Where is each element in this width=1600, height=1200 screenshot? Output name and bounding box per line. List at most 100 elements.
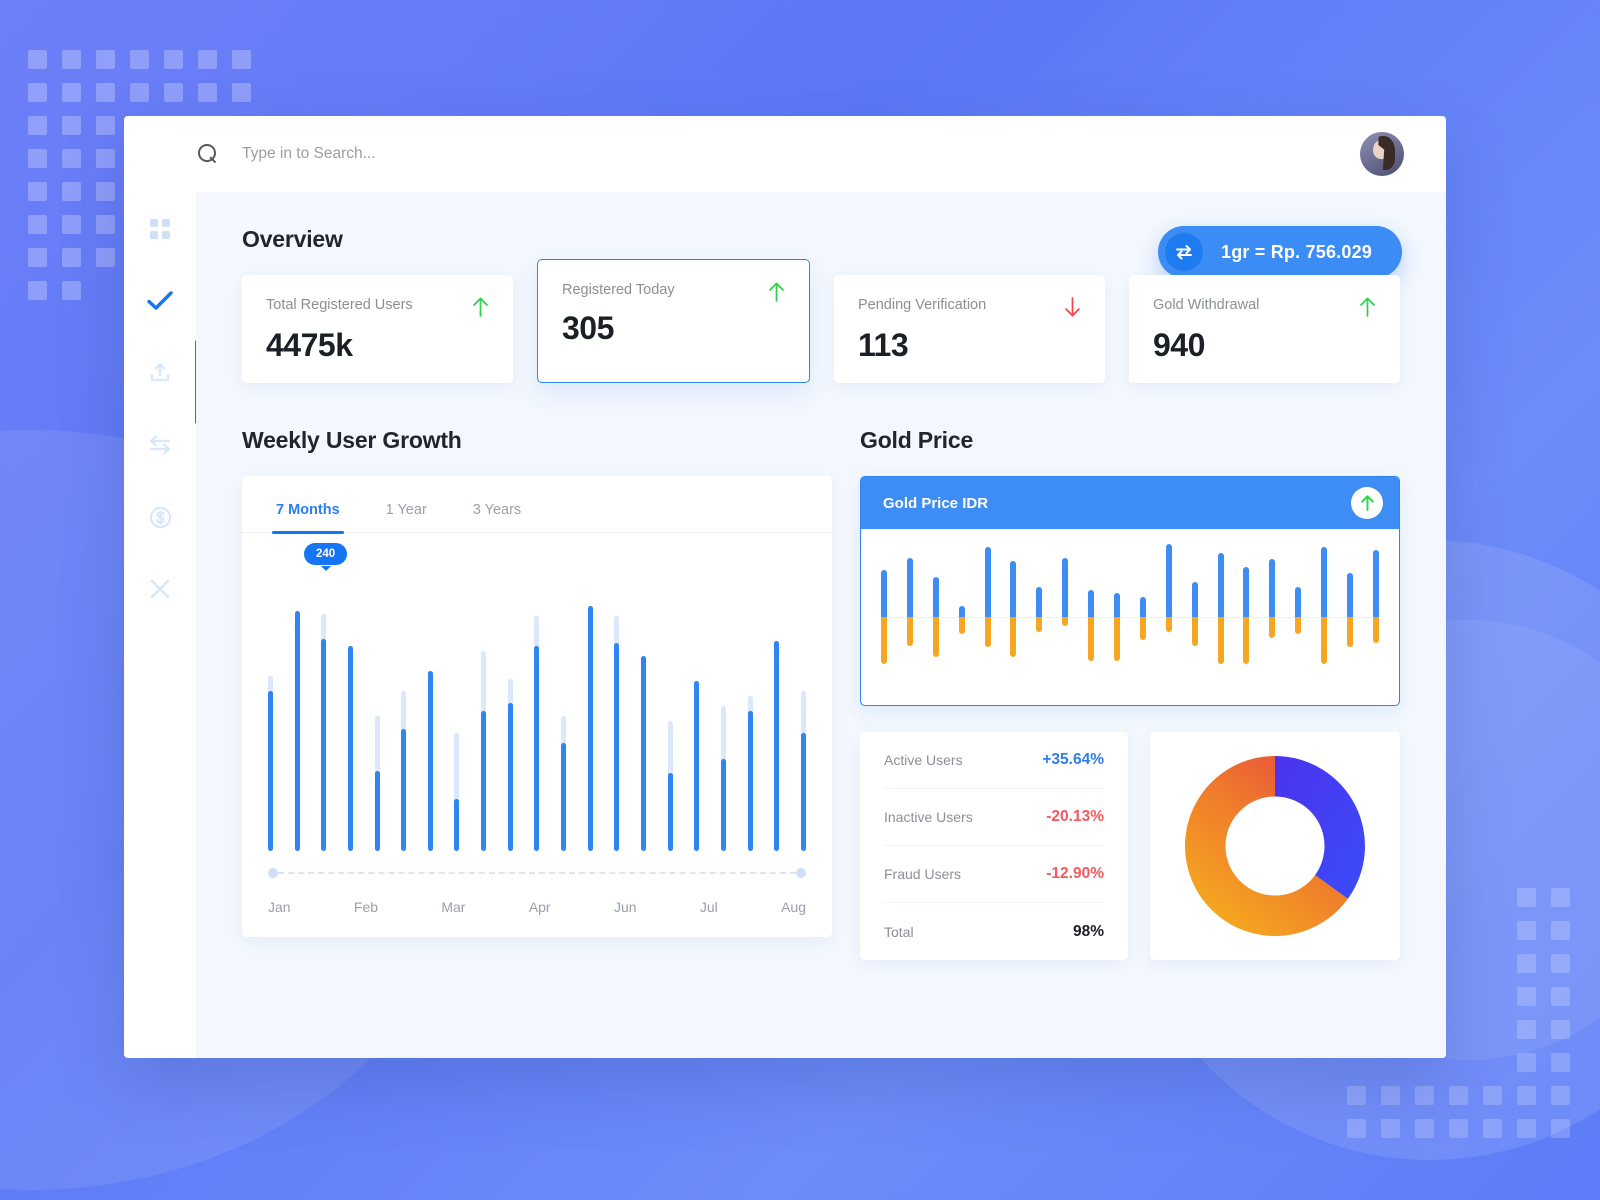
avatar[interactable] [1360,132,1404,176]
gold-bar[interactable] [1372,541,1379,693]
growth-x-tick: Apr [528,899,551,915]
growth-bar[interactable] [374,716,380,851]
growth-bar[interactable] [640,656,646,851]
growth-bar[interactable] [800,691,806,851]
growth-bar-fill [694,681,700,851]
stat-card-header: Total Registered Users [266,297,489,317]
gold-bar[interactable] [906,541,913,693]
slider-knob-right[interactable] [796,868,806,878]
growth-bar[interactable] [481,651,487,851]
gold-bar[interactable] [1191,541,1198,693]
growth-bar[interactable] [268,676,273,851]
stat-card-value: 4475k [266,327,353,363]
growth-bar[interactable] [321,614,327,851]
growth-bar[interactable] [427,671,433,851]
sidebar-item-verified[interactable] [145,286,175,316]
growth-bar[interactable] [774,641,780,851]
stat-card-0[interactable]: Total Registered Users 4475k [242,275,513,383]
gold-bar[interactable] [1114,541,1121,693]
search-icon [198,144,218,164]
gold-trend-up-button[interactable] [1351,487,1383,519]
gold-bar[interactable] [1062,541,1069,693]
growth-bar[interactable] [720,706,726,851]
growth-bar[interactable] [454,733,460,851]
dollar-coin-icon [149,506,171,528]
growth-bar-fill [427,671,433,851]
growth-bar[interactable] [294,611,300,851]
user-stat-value: -12.90% [1046,865,1104,882]
gold-bar[interactable] [1217,541,1224,693]
gold-rate-pill[interactable]: 1gr = Rp. 756.029 [1158,226,1402,278]
gold-bar-gain [1139,597,1146,617]
gold-bar[interactable] [881,541,887,693]
slider-knob-left[interactable] [268,868,278,878]
growth-bar[interactable] [667,721,673,851]
gold-chart [861,529,1399,705]
gold-bar-gain [906,557,913,617]
gold-bar[interactable] [1243,541,1250,693]
growth-bar[interactable] [401,691,407,851]
gold-bar[interactable] [1036,541,1043,693]
growth-x-tick: Aug [781,899,806,915]
stat-card-header: Registered Today [562,282,785,302]
gold-bar-gain [1347,572,1354,617]
growth-bar[interactable] [694,681,700,851]
user-stat-row: Total 98% [884,903,1104,960]
gold-bar-loss [958,617,965,634]
stat-card-3[interactable]: Gold Withdrawal 940 [1129,275,1400,383]
gold-bar-loss [1269,617,1276,639]
range-slider[interactable] [268,868,806,878]
gold-panel: Gold Price IDR [860,476,1400,706]
stat-card-label: Gold Withdrawal [1153,297,1260,313]
user-stat-row: Inactive Users -20.13% [884,789,1104,846]
donut-segment[interactable] [1275,756,1365,899]
growth-x-axis: Jan Feb Mar Apr Jun Jul Aug [268,899,806,915]
growth-title: Weekly User Growth [242,427,462,453]
tab-3-years[interactable]: 3 Years [473,502,521,532]
gold-bar-loss [1295,617,1302,634]
growth-bar-fill [561,743,567,851]
sidebar [124,192,199,1058]
gold-bar-gain [1321,547,1328,617]
growth-bar[interactable] [534,616,540,851]
gold-bar[interactable] [1139,541,1146,693]
gold-bar[interactable] [1347,541,1354,693]
gold-bar[interactable] [1295,541,1302,693]
gold-bar[interactable] [1321,541,1328,693]
bottom-row: Active Users +35.64% Inactive Users -20.13%… [860,732,1400,960]
slider-track[interactable] [278,872,796,874]
growth-x-tick: Jan [268,899,291,915]
gold-bar[interactable] [958,541,965,693]
growth-bar-fill [401,729,407,851]
gold-bar[interactable] [984,541,991,693]
growth-bar[interactable] [561,716,567,851]
tab-7-months[interactable]: 7 Months [272,502,344,534]
growth-bar[interactable] [347,646,353,851]
growth-bar[interactable] [614,616,620,851]
stat-card-2[interactable]: Pending Verification 113 [834,275,1105,383]
tab-1-year[interactable]: 1 Year [386,502,427,532]
user-stat-label: Inactive Users [884,809,973,825]
gold-bar[interactable] [932,541,939,693]
growth-bar[interactable] [587,606,593,851]
stat-card-1[interactable]: Registered Today 305 [537,259,810,383]
growth-bar-fill [454,799,460,851]
sidebar-item-currency[interactable] [145,502,175,532]
gold-bar-loss [1321,617,1328,665]
gold-bar[interactable] [1165,541,1172,693]
search-input[interactable] [242,145,1360,163]
sidebar-item-close[interactable] [145,574,175,604]
gold-bar-loss [906,617,913,646]
check-icon [147,291,173,310]
gold-bar[interactable] [1010,541,1017,693]
growth-bar[interactable] [747,696,753,851]
gold-bar-loss [1010,617,1017,657]
gold-bar[interactable] [1088,541,1095,693]
sidebar-item-upload[interactable] [145,358,175,388]
sidebar-item-transfer[interactable] [145,430,175,460]
gold-bar[interactable] [1269,541,1276,693]
growth-bar[interactable] [507,679,513,851]
stat-card-value: 113 [858,327,909,363]
gold-bar-gain [984,547,991,617]
sidebar-item-dashboard[interactable] [145,214,175,244]
